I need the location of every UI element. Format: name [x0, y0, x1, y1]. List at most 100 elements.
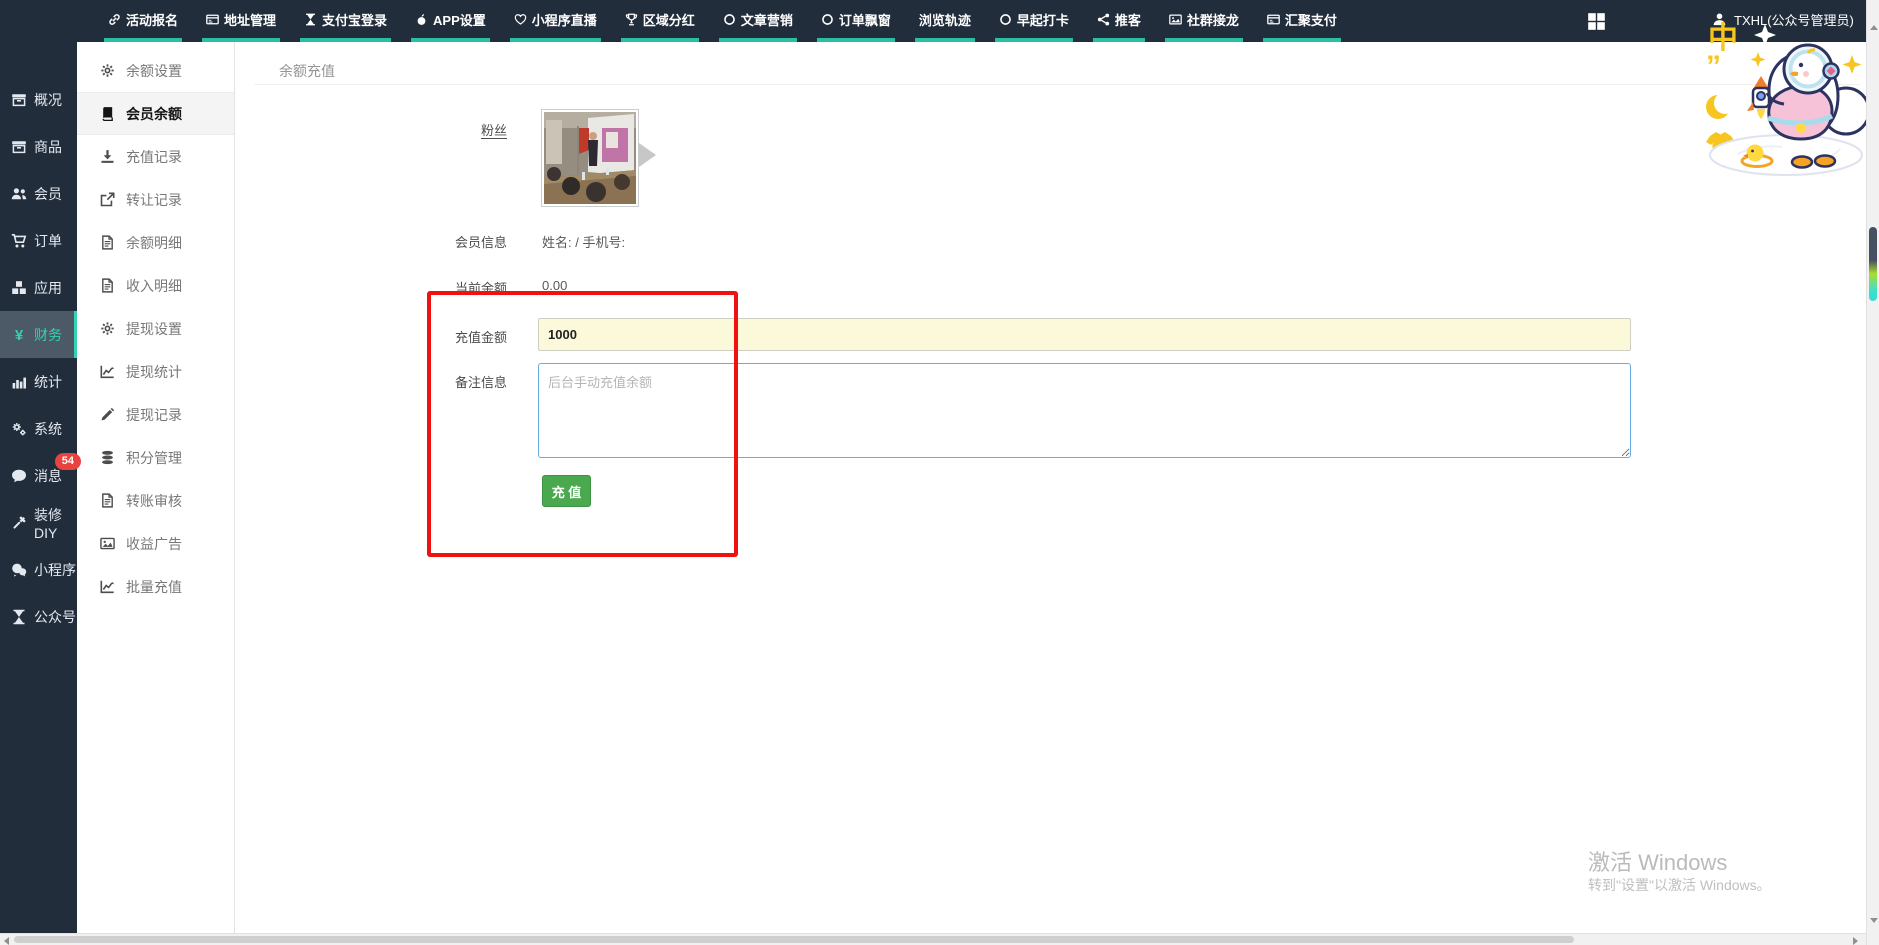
hourglass-icon — [11, 609, 27, 625]
scroll-down-arrow-icon[interactable] — [1870, 918, 1878, 923]
recharge-amount-label: 充值金额 — [367, 327, 507, 346]
sidebar-item-label: 财务 — [34, 325, 62, 345]
database-icon — [100, 450, 115, 465]
submenu-item-label: 提现记录 — [126, 405, 182, 425]
topnav-item-区域分红[interactable]: 区域分红 — [621, 0, 699, 42]
share-icon — [1097, 13, 1110, 26]
submenu-item-label: 收益广告 — [126, 534, 182, 554]
submenu-item-会员余额[interactable]: 会员余额 — [77, 92, 234, 135]
topnav-item-label: 小程序直播 — [532, 10, 597, 29]
apps-grid-button[interactable] — [1587, 12, 1606, 31]
topnav-item-支付宝登录[interactable]: 支付宝登录 — [300, 0, 391, 42]
recharge-amount-input[interactable] — [538, 318, 1631, 351]
sidebar-item-商品[interactable]: 商品 — [0, 123, 77, 170]
topnav-item-label: 活动报名 — [126, 10, 178, 29]
sidebar-item-消息[interactable]: 消息54 — [0, 452, 77, 499]
sidebar-item-订单[interactable]: 订单 — [0, 217, 77, 264]
hourglass-icon — [304, 13, 317, 26]
vertical-scrollbar[interactable] — [1866, 0, 1879, 945]
submenu-item-积分管理[interactable]: 积分管理 — [77, 436, 234, 479]
topnav-item-社群接龙[interactable]: 社群接龙 — [1165, 0, 1243, 42]
scroll-left-arrow-icon[interactable] — [4, 937, 9, 945]
main-content: 余额充值 粉丝 — [235, 42, 1866, 933]
sidebar-item-小程序[interactable]: 小程序 — [0, 546, 77, 593]
cart-icon — [11, 233, 27, 249]
horizontal-scroll-thumb[interactable] — [14, 936, 1574, 943]
pencil-icon — [100, 407, 115, 422]
gavel-icon — [11, 515, 27, 531]
file-icon — [100, 493, 115, 508]
submenu-item-收益广告[interactable]: 收益广告 — [77, 522, 234, 565]
topnav-item-文章营销[interactable]: 文章营销 — [719, 0, 797, 42]
apple-icon — [415, 13, 428, 26]
download-icon — [100, 149, 115, 164]
submenu-item-提现记录[interactable]: 提现记录 — [77, 393, 234, 436]
svg-text:¥: ¥ — [15, 327, 24, 343]
user-menu[interactable]: TXHL(公众号管理员) — [1712, 10, 1854, 29]
fan-photo[interactable] — [541, 109, 639, 207]
cubes-icon — [11, 280, 27, 296]
topnav-item-label: 社群接龙 — [1187, 10, 1239, 29]
topnav-item-label: 早起打卡 — [1017, 10, 1069, 29]
sidebar-item-label: 系统 — [34, 419, 62, 439]
scroll-up-arrow-icon[interactable] — [1870, 25, 1878, 30]
submenu-item-提现设置[interactable]: 提现设置 — [77, 307, 234, 350]
submenu-item-label: 批量充值 — [126, 577, 182, 597]
sidebar-item-公众号[interactable]: 公众号 — [0, 593, 77, 640]
topnav-item-早起打卡[interactable]: 早起打卡 — [995, 0, 1073, 42]
windows-activate-watermark: 激活 Windows — [1588, 845, 1727, 877]
submenu-item-提现统计[interactable]: 提现统计 — [77, 350, 234, 393]
submenu-item-label: 充值记录 — [126, 147, 182, 167]
submenu-item-充值记录[interactable]: 充值记录 — [77, 135, 234, 178]
topnav-item-label: APP设置 — [433, 10, 486, 29]
top-nav: 活动报名 地址管理支付宝登录 APP设置 小程序直播 区域分红文章营销订单飘窗浏览轨迹 早… — [94, 0, 1351, 42]
file-icon — [100, 235, 115, 250]
submenu-item-收入明细[interactable]: 收入明细 — [77, 264, 234, 307]
submenu-item-转账审核[interactable]: 转账审核 — [77, 479, 234, 522]
topnav-item-浏览轨迹[interactable]: 浏览轨迹 — [915, 0, 975, 42]
sidebar-item-label: 会员 — [34, 184, 62, 204]
current-balance-label: 当前余额 — [367, 278, 507, 297]
submenu-item-余额设置[interactable]: 余额设置 — [77, 49, 234, 92]
vertical-scroll-thumb[interactable] — [1869, 227, 1877, 301]
remark-textarea[interactable] — [538, 363, 1631, 458]
address-card-icon — [1267, 13, 1280, 26]
submenu-item-label: 转账审核 — [126, 491, 182, 511]
sidebar-item-概况[interactable]: 概况 — [0, 76, 77, 123]
external-link-icon — [100, 192, 115, 207]
topnav-item-小程序直播[interactable]: 小程序直播 — [510, 0, 601, 42]
recharge-button[interactable]: 充 值 — [542, 475, 591, 507]
scroll-right-arrow-icon[interactable] — [1853, 937, 1858, 945]
sidebar-item-label: 统计 — [34, 372, 62, 392]
topnav-item-地址管理[interactable]: 地址管理 — [202, 0, 280, 42]
heart-icon — [514, 13, 527, 26]
gear-icon — [100, 63, 115, 78]
th-large-icon — [1587, 12, 1606, 31]
top-bar: 活动报名 地址管理支付宝登录 APP设置 小程序直播 区域分红文章营销订单飘窗浏览轨迹 早… — [0, 0, 1866, 42]
topnav-item-推客[interactable]: 推客 — [1093, 0, 1145, 42]
topnav-item-APP设置[interactable]: APP设置 — [411, 0, 490, 42]
submenu-item-转让记录[interactable]: 转让记录 — [77, 178, 234, 221]
topnav-item-活动报名[interactable]: 活动报名 — [104, 0, 182, 42]
horizontal-scrollbar[interactable] — [0, 933, 1866, 945]
sidebar-item-统计[interactable]: 统计 — [0, 358, 77, 405]
submenu-item-label: 提现统计 — [126, 362, 182, 382]
topnav-item-label: 汇聚支付 — [1285, 10, 1337, 29]
divider — [254, 84, 1860, 85]
link-icon — [108, 13, 121, 26]
image-icon — [100, 536, 115, 551]
sidebar-item-label: 装修DIY — [34, 505, 77, 541]
sidebar-item-应用[interactable]: 应用 — [0, 264, 77, 311]
submenu-item-余额明细[interactable]: 余额明细 — [77, 221, 234, 264]
submenu-item-label: 收入明细 — [126, 276, 182, 296]
submenu-item-批量充值[interactable]: 批量充值 — [77, 565, 234, 608]
sidebar-item-装修DIY[interactable]: 装修DIY — [0, 499, 77, 546]
topnav-item-汇聚支付[interactable]: 汇聚支付 — [1263, 0, 1341, 42]
line-chart-icon — [100, 579, 115, 594]
sidebar-item-系统[interactable]: 系统 — [0, 405, 77, 452]
submenu-item-label: 积分管理 — [126, 448, 182, 468]
sidebar-item-会员[interactable]: 会员 — [0, 170, 77, 217]
sidebar-item-label: 概况 — [34, 90, 62, 110]
sidebar-item-财务[interactable]: ¥ 财务 — [0, 311, 77, 358]
topnav-item-订单飘窗[interactable]: 订单飘窗 — [817, 0, 895, 42]
